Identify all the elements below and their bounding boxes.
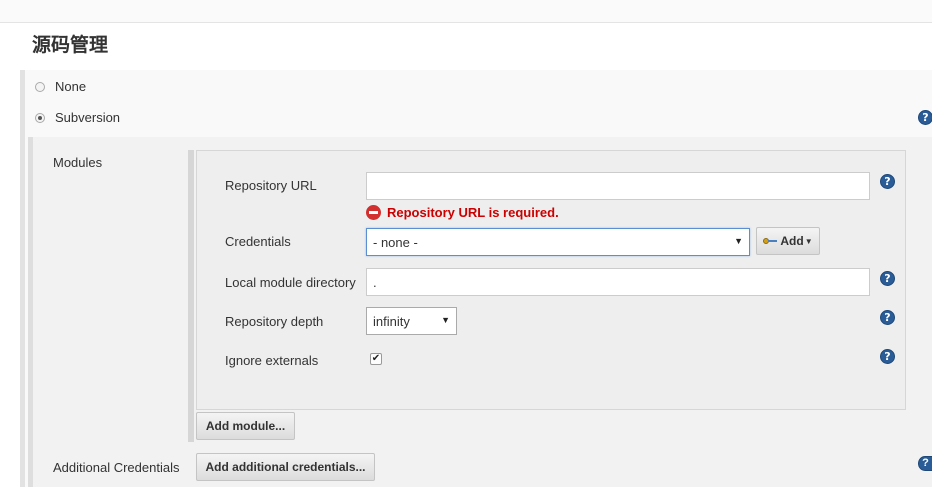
modules-label: Modules: [53, 155, 103, 170]
help-icon[interactable]: ?: [880, 349, 895, 364]
radio-none-label: None: [55, 79, 87, 94]
scm-option-subversion[interactable]: Subversion: [35, 110, 120, 125]
error-icon: [366, 205, 381, 220]
credentials-label: Credentials: [225, 234, 291, 249]
chevron-down-icon: ▼: [734, 236, 743, 246]
ignore-externals-checkbox[interactable]: ✔: [370, 353, 382, 365]
subversion-indent-bar: [28, 137, 33, 487]
scm-option-none[interactable]: None: [35, 79, 86, 94]
modules-indent-bar: [188, 150, 194, 442]
radio-subversion-label: Subversion: [55, 110, 121, 125]
help-icon[interactable]: ?: [918, 110, 932, 125]
repository-url-label: Repository URL: [225, 178, 317, 193]
chevron-down-icon: ▼: [804, 236, 813, 246]
repository-url-input[interactable]: [366, 172, 870, 200]
chevron-down-icon: ▼: [441, 315, 450, 325]
add-additional-credentials-button[interactable]: Add additional credentials...: [196, 453, 375, 481]
credentials-select[interactable]: - none - ▼: [366, 228, 750, 256]
add-module-button[interactable]: Add module...: [196, 412, 295, 440]
help-icon[interactable]: ?: [880, 174, 895, 189]
add-credentials-label: Add: [780, 234, 804, 248]
local-module-directory-label: Local module directory: [225, 275, 356, 290]
radio-subversion[interactable]: [35, 112, 45, 123]
radio-none[interactable]: [35, 81, 45, 92]
additional-credentials-label: Additional Credentials: [53, 460, 180, 475]
repository-depth-select[interactable]: infinity ▼: [366, 307, 457, 335]
add-credentials-button[interactable]: Add ▼: [756, 227, 820, 255]
help-icon[interactable]: ?: [918, 456, 932, 471]
help-icon[interactable]: ?: [880, 310, 895, 325]
credentials-selected-value: - none -: [373, 234, 418, 250]
repository-url-error: Repository URL is required.: [366, 205, 559, 220]
section-indent-bar: [20, 70, 25, 487]
top-divider: [0, 0, 932, 23]
section-title: 源码管理: [32, 34, 109, 56]
key-icon: [763, 236, 778, 246]
repository-depth-label: Repository depth: [225, 314, 324, 329]
local-module-directory-input[interactable]: [366, 268, 870, 296]
help-icon[interactable]: ?: [880, 271, 895, 286]
ignore-externals-label: Ignore externals: [225, 353, 319, 368]
repository-depth-selected-value: infinity: [373, 313, 410, 329]
repository-url-error-text: Repository URL is required.: [387, 205, 559, 220]
